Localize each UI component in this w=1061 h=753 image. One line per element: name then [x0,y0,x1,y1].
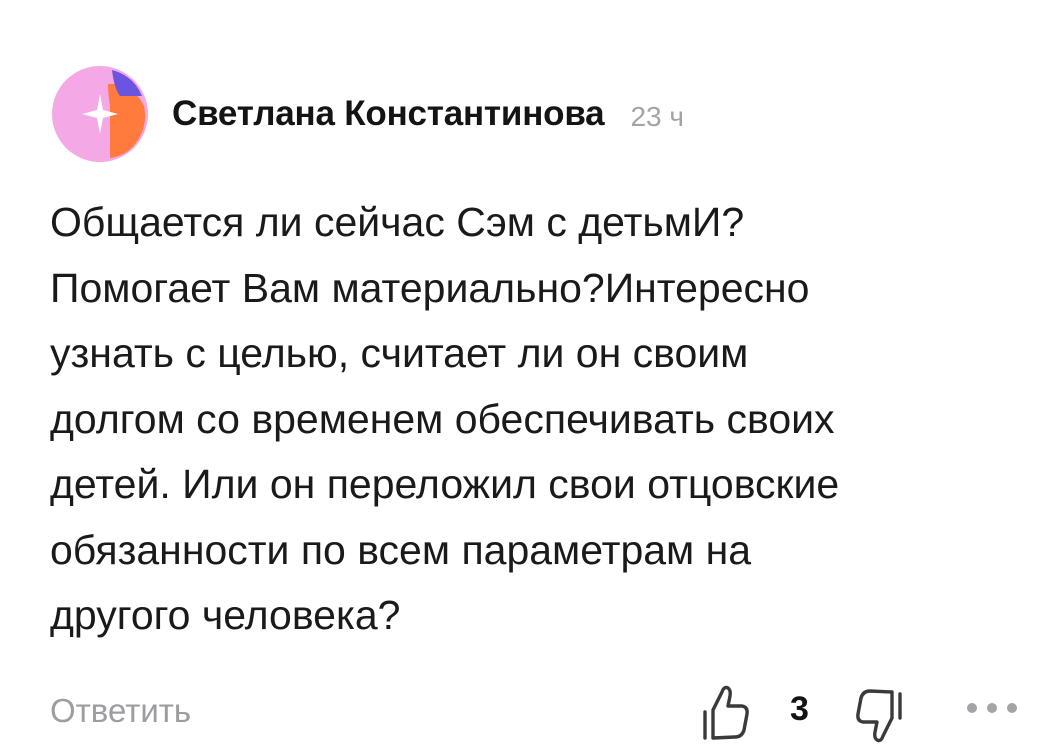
thumbs-up-icon[interactable] [700,680,750,740]
more-dots-icon[interactable] [964,696,1020,720]
comment-actions: Ответить 3 [0,678,1061,748]
avatar[interactable] [52,66,148,162]
comment-text: Общается ли сейчас Сэм с детьмИ? Помогае… [50,199,840,638]
like-count: 3 [790,690,809,728]
thumbs-down-icon[interactable] [855,688,905,748]
comment-time: 23 ч [630,101,684,132]
comment-card: Светлана Константинова 23 ч Общается ли … [0,0,1061,753]
reply-button[interactable]: Ответить [50,692,191,730]
author-name[interactable]: Светлана Константинова [172,94,605,134]
comment-header: Светлана Константинова 23 ч [52,66,684,162]
